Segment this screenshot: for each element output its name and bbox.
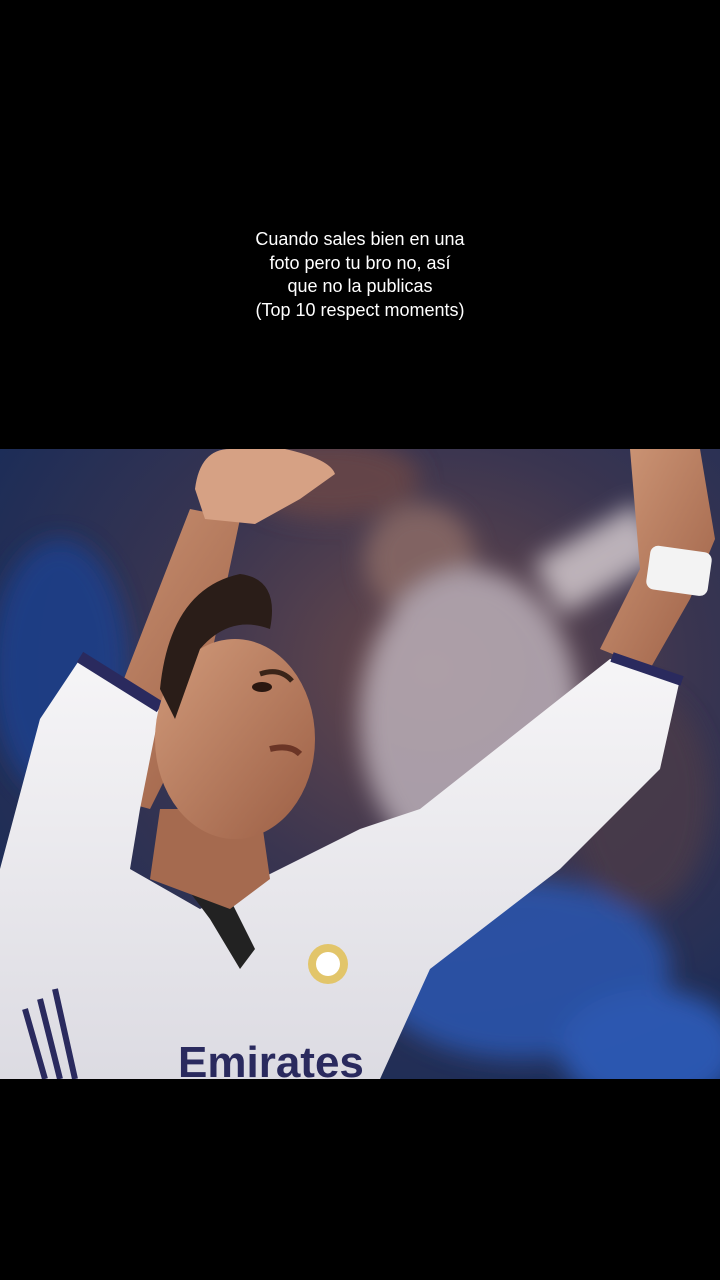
caption-text: Cuando sales bien en una foto pero tu br…: [160, 228, 560, 322]
caption-line: Cuando sales bien en una: [255, 229, 465, 249]
jersey-sponsor-text: Emirates: [178, 1038, 364, 1079]
caption-line: foto pero tu bro no, así: [269, 252, 451, 273]
video-still-image: Emirates: [0, 449, 720, 1079]
video-player[interactable]: Emirates: [0, 449, 720, 1079]
caption-line: (Top 10 respect moments): [255, 299, 465, 320]
caption-line: que no la publicas: [287, 276, 433, 296]
